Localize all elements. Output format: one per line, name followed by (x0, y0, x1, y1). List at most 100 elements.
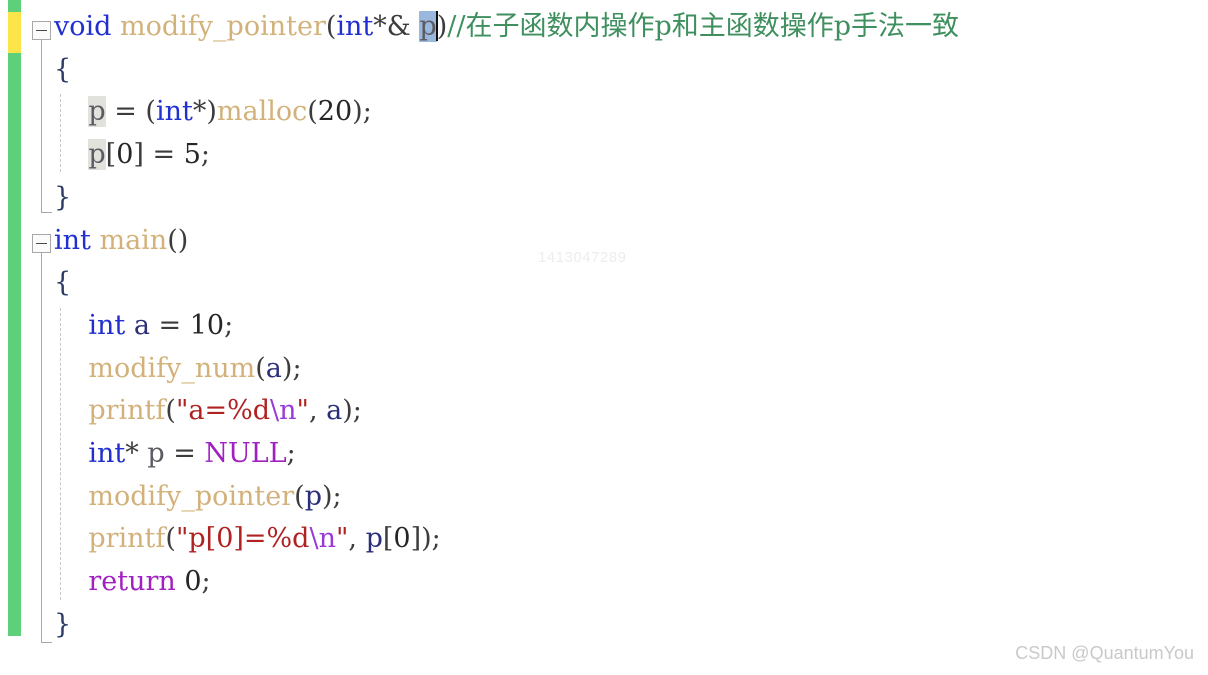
code-line-text: printf("p[0]=%d\n", p[0]); (54, 518, 441, 561)
code-token: ( (294, 480, 305, 512)
code-line-text: { (54, 262, 71, 305)
code-token: 0 (116, 139, 134, 171)
watermark-user-id: 1413047289 (538, 249, 627, 266)
code-token: ); (322, 480, 342, 512)
code-token: " (335, 523, 349, 555)
code-token: 20 (317, 96, 353, 128)
watermark-attribution: CSDN @QuantumYou (1015, 643, 1194, 663)
code-token: ( (255, 352, 266, 384)
code-token: ] = (133, 139, 184, 171)
code-token: int (88, 309, 126, 341)
code-token: ); (352, 96, 372, 128)
code-token: \n (309, 523, 336, 555)
code-token: 5 (183, 139, 201, 171)
code-token: p (419, 11, 437, 42)
code-token: printf (88, 395, 166, 427)
code-token: //在子函数内操作p和主函数操作p手法一致 (447, 11, 960, 42)
code-token: p (365, 523, 383, 555)
code-token: { (54, 53, 72, 85)
error-squiggle-underline (116, 172, 264, 180)
code-token: a (326, 395, 343, 427)
code-token: modify_pointer (120, 11, 326, 42)
code-token: a (265, 352, 282, 384)
code-token: int (54, 224, 91, 256)
code-token: = ( (105, 96, 156, 128)
code-token: p (147, 438, 165, 469)
code-token: " (296, 395, 309, 427)
code-token: return (88, 566, 176, 598)
code-token: malloc (216, 96, 308, 128)
code-line-text: int main() (54, 220, 188, 263)
code-token: *) (192, 96, 217, 128)
code-token: int (155, 96, 193, 128)
code-token: int (336, 11, 374, 42)
code-token: modify_pointer (88, 480, 295, 512)
code-token: = (164, 438, 205, 469)
code-surface[interactable]: void modify_pointer(int*& p)//在子函数内操作p和主… (0, 0, 1208, 675)
code-token: *& (373, 11, 411, 42)
code-line-text: modify_pointer(p); (54, 476, 342, 519)
code-token: ( (307, 96, 318, 128)
code-editor-screenshot: void modify_pointer(int*& p)//在子函数内操作p和主… (0, 0, 1208, 675)
code-line-text: void modify_pointer(int*& p)//在子函数内操作p和主… (54, 6, 959, 49)
code-token: ); (281, 352, 302, 384)
code-line-text: modify_num(a); (54, 348, 302, 391)
code-token: p (88, 139, 106, 171)
code-line-text: { (54, 49, 71, 92)
code-token: ( (165, 395, 176, 427)
code-token: ( (325, 11, 337, 42)
code-token: ( (165, 523, 176, 555)
code-line-text: p = (int*)malloc(20); (54, 91, 372, 134)
code-token: "a=%d (175, 395, 271, 427)
code-token: a (133, 309, 150, 341)
code-token: p (304, 480, 323, 512)
code-token: ]); (410, 523, 441, 555)
code-token: 0 (184, 566, 202, 598)
code-token: ; (286, 438, 296, 469)
code-token: ); (342, 395, 362, 427)
code-token: modify_num (88, 352, 256, 384)
code-token: main (99, 224, 168, 256)
code-token: ; (201, 566, 211, 598)
code-token: () (167, 224, 189, 256)
code-token: ; (224, 309, 234, 341)
code-token: } (54, 181, 72, 213)
code-token: , (348, 523, 366, 555)
code-token: p (88, 96, 106, 128)
code-token: "p[0]=%d (175, 523, 310, 555)
code-token: \n (270, 395, 297, 427)
code-token: 0 (393, 523, 411, 555)
code-token: } (54, 608, 72, 640)
code-token: int (88, 438, 126, 469)
code-token: printf (88, 523, 166, 555)
code-token: NULL (204, 438, 287, 469)
code-token: { (54, 267, 72, 299)
code-line-text: int a = 10; (54, 305, 233, 348)
code-line-text: int* p = NULL; (54, 433, 296, 476)
code-line-text: p[0] = 5; (54, 134, 210, 177)
code-token: ) (436, 11, 448, 42)
code-line-text: } (54, 177, 71, 220)
code-token: [ (105, 139, 117, 171)
code-line-text: } (54, 604, 71, 647)
code-token: 10 (189, 309, 225, 341)
code-token: * (125, 438, 148, 469)
code-line-text: printf("a=%d\n", a); (54, 390, 362, 433)
code-token: ; (200, 139, 210, 171)
code-token: , (308, 395, 327, 427)
code-token: void (54, 11, 112, 42)
squiggle-svg (116, 179, 264, 180)
code-line-text: return 0; (54, 561, 211, 604)
code-token: = (149, 309, 190, 341)
